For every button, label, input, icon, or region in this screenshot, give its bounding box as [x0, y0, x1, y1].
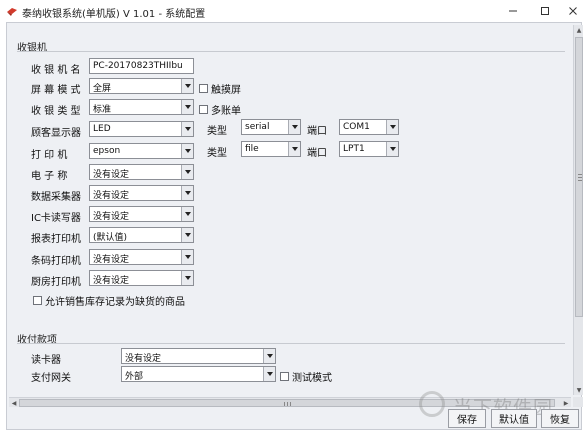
- scroll-up-icon[interactable]: ▲: [574, 25, 584, 35]
- chevron-down-icon: [181, 250, 193, 264]
- window-title: 泰纳收银系统(单机版) V 1.01 - 系统配置: [22, 9, 206, 20]
- card-reader-label: 读卡器: [31, 355, 61, 366]
- allow-negative-stock-checkbox[interactable]: 允许销售库存记录为缺货的商品: [33, 293, 185, 308]
- ic-card-select[interactable]: 没有设定: [89, 206, 194, 222]
- kitchen-printer-label: 厨房打印机: [31, 277, 81, 288]
- minimize-icon: [509, 10, 517, 12]
- kitchen-printer-select[interactable]: 没有设定: [89, 270, 194, 286]
- chevron-down-icon: [181, 271, 193, 285]
- payment-gateway-select[interactable]: 外部: [121, 366, 276, 382]
- vertical-scrollbar[interactable]: ▲ ▼: [573, 25, 583, 395]
- chevron-down-icon: [181, 207, 193, 221]
- chevron-down-icon: [181, 122, 193, 136]
- scroll-grip: [290, 402, 291, 406]
- report-printer-select[interactable]: (默认值): [89, 227, 194, 243]
- printer-type-label: 类型: [207, 148, 227, 159]
- chevron-down-icon: [181, 228, 193, 242]
- maximize-icon: [541, 7, 549, 15]
- chevron-down-icon: [386, 142, 398, 156]
- checkbox-box[interactable]: [33, 296, 42, 305]
- checkbox-box[interactable]: [280, 372, 289, 381]
- display-port-label: 端口: [307, 126, 327, 137]
- screen-mode-label: 屏 幕 模 式: [31, 85, 81, 96]
- section-divider: [17, 343, 565, 344]
- data-collector-label: 数据采集器: [31, 192, 81, 203]
- chevron-down-icon: [288, 120, 300, 134]
- scroll-grip: [284, 402, 285, 406]
- display-type-label: 类型: [207, 126, 227, 137]
- vertical-scroll-thumb[interactable]: [575, 37, 583, 317]
- close-icon: [569, 7, 577, 15]
- section-divider: [17, 51, 565, 52]
- chevron-down-icon: [181, 144, 193, 158]
- payment-gateway-label: 支付网关: [31, 373, 71, 384]
- scroll-grip: [578, 174, 582, 175]
- default-button[interactable]: 默认值: [491, 409, 537, 428]
- scale-select[interactable]: 没有设定: [89, 164, 194, 180]
- chevron-down-icon: [181, 186, 193, 200]
- chevron-down-icon: [181, 100, 193, 114]
- scale-label: 电 子 称: [31, 171, 68, 182]
- settings-frame: 收银机 收 银 机 名 PC-20170823THIIbu 屏 幕 模 式 全屏…: [6, 22, 583, 430]
- multi-order-checkbox[interactable]: 多账单: [199, 102, 241, 117]
- screen-mode-select[interactable]: 全屏: [89, 78, 194, 94]
- chevron-down-icon: [386, 120, 398, 134]
- minimize-button[interactable]: [498, 0, 528, 22]
- cashier-name-label: 收 银 机 名: [31, 65, 81, 76]
- customer-display-select[interactable]: LED: [89, 121, 194, 137]
- scroll-grip: [287, 402, 288, 406]
- cashier-type-select[interactable]: 标准: [89, 99, 194, 115]
- chevron-down-icon: [181, 165, 193, 179]
- close-button[interactable]: [558, 0, 588, 22]
- touch-screen-checkbox[interactable]: 触摸屏: [199, 81, 241, 96]
- settings-panel: 收银机 收 银 机 名 PC-20170823THIIbu 屏 幕 模 式 全屏…: [9, 25, 571, 395]
- scroll-grip: [578, 180, 582, 181]
- checkbox-box[interactable]: [199, 84, 208, 93]
- checkbox-box[interactable]: [199, 105, 208, 114]
- display-type-select[interactable]: serial: [241, 119, 301, 135]
- ic-card-label: IC卡读写器: [31, 213, 81, 224]
- customer-display-label: 顾客显示器: [31, 128, 81, 139]
- display-port-select[interactable]: COM1: [339, 119, 399, 135]
- chevron-down-icon: [263, 367, 275, 381]
- data-collector-select[interactable]: 没有设定: [89, 185, 194, 201]
- watermark-logo-icon: [419, 391, 445, 417]
- save-button[interactable]: 保存: [448, 409, 486, 428]
- scroll-grip: [578, 177, 582, 178]
- report-printer-label: 报表打印机: [31, 234, 81, 245]
- card-reader-select[interactable]: 没有设定: [121, 348, 276, 364]
- maximize-button[interactable]: [530, 0, 560, 22]
- chevron-down-icon: [288, 142, 300, 156]
- scroll-left-icon[interactable]: ◀: [9, 398, 19, 408]
- cashier-type-label: 收 银 类 型: [31, 106, 81, 117]
- printer-select[interactable]: epson: [89, 143, 194, 159]
- test-mode-checkbox[interactable]: 测试模式: [280, 369, 332, 384]
- cashier-name-input[interactable]: PC-20170823THIIbu: [89, 58, 194, 74]
- printer-label: 打 印 机: [31, 150, 68, 161]
- chevron-down-icon: [263, 349, 275, 363]
- restore-button[interactable]: 恢复: [541, 409, 579, 428]
- app-logo-icon: [7, 8, 17, 16]
- printer-port-label: 端口: [307, 148, 327, 159]
- title-bar: 泰纳收银系统(单机版) V 1.01 - 系统配置: [0, 0, 588, 22]
- printer-type-select[interactable]: file: [241, 141, 301, 157]
- barcode-printer-label: 条码打印机: [31, 256, 81, 267]
- printer-port-select[interactable]: LPT1: [339, 141, 399, 157]
- chevron-down-icon: [181, 79, 193, 93]
- barcode-printer-select[interactable]: 没有设定: [89, 249, 194, 265]
